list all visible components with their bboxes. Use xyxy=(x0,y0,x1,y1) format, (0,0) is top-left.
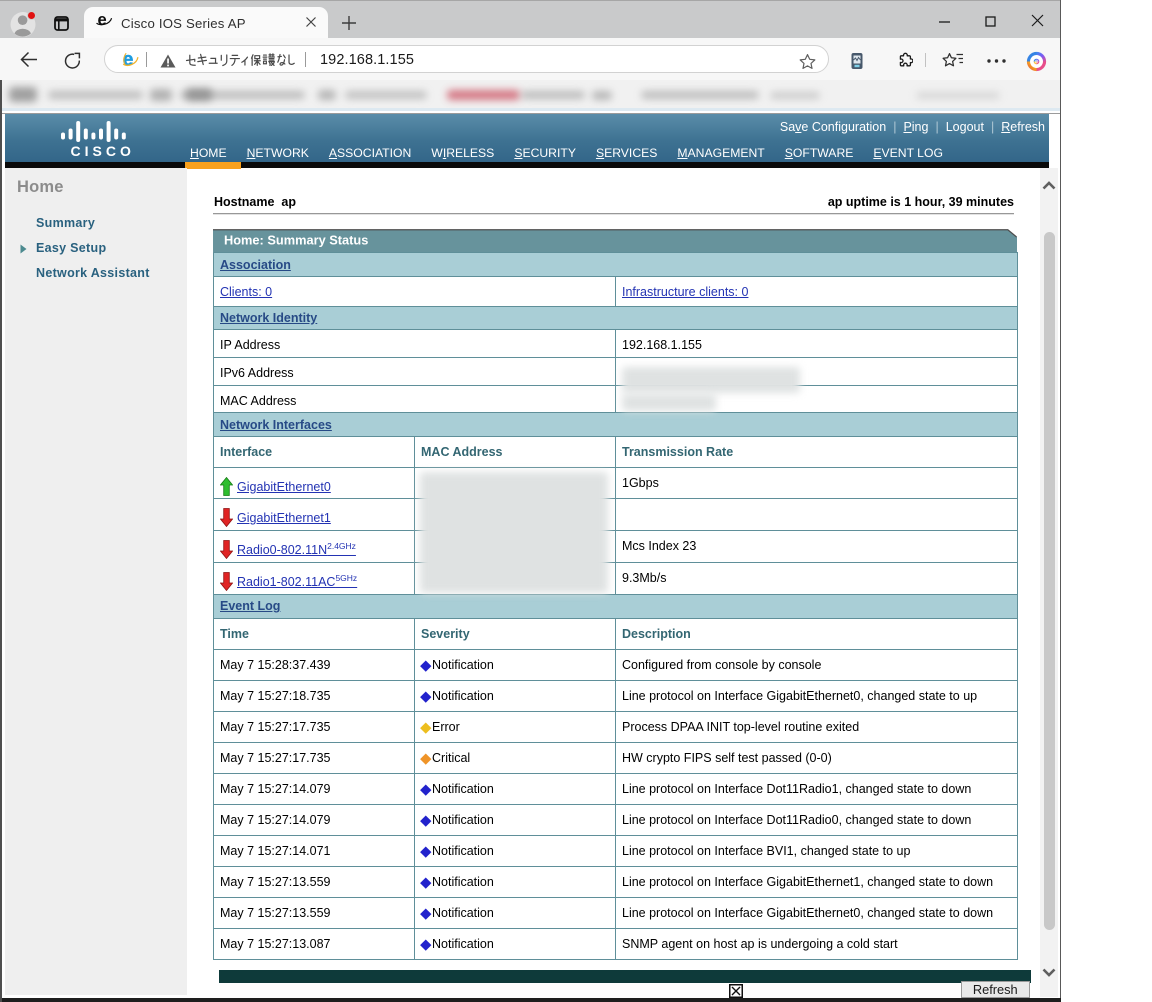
svg-text:Home: Summary Status: Home: Summary Status xyxy=(224,232,368,247)
svg-text:e: e xyxy=(98,11,107,28)
